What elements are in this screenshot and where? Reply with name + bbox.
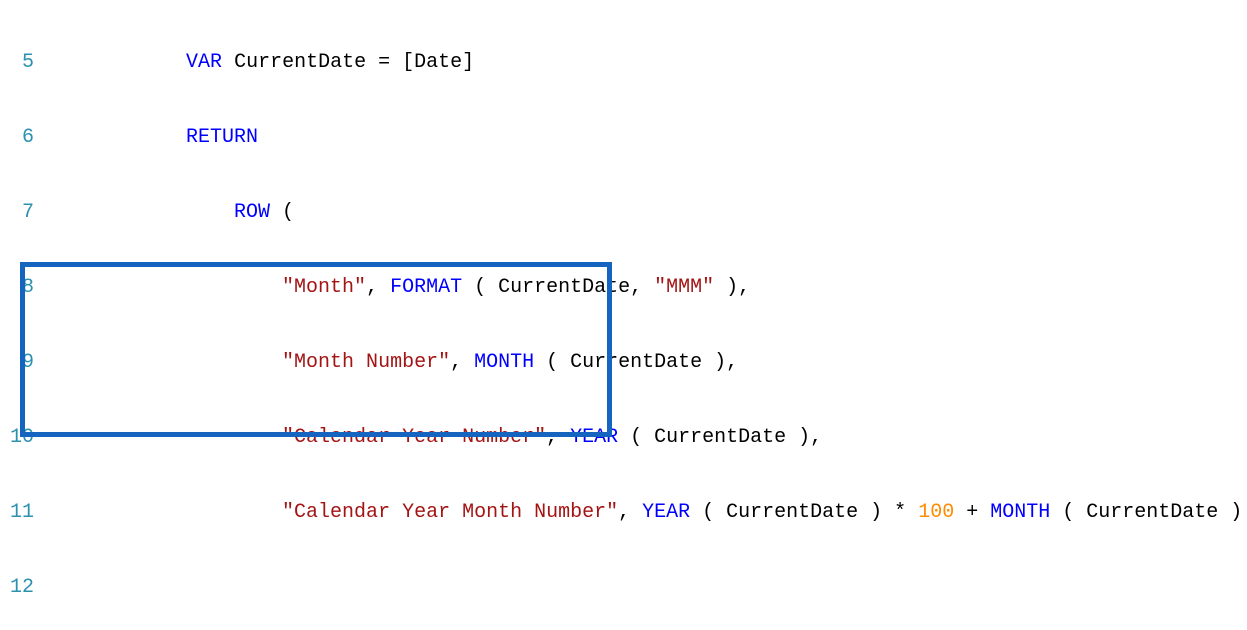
line-number: 9 [0, 350, 42, 375]
code-function: ROW [234, 201, 270, 224]
code-function: MONTH [474, 351, 534, 374]
code-string: "Calendar Year Number" [282, 426, 546, 449]
code-text: CurrentDate = [Date] [234, 51, 474, 74]
code-function: YEAR [642, 501, 690, 524]
code-string: "Month" [282, 276, 366, 299]
code-string: "Month Number" [282, 351, 450, 374]
line-number: 11 [0, 500, 42, 525]
line-number: 8 [0, 275, 42, 300]
code-editor[interactable]: 5 VAR CurrentDate = [Date] 6 RETURN 7 RO… [0, 0, 1247, 630]
code-string: "Calendar Year Month Number" [282, 501, 618, 524]
code-number: 100 [918, 501, 954, 524]
code-function: FORMAT [390, 276, 462, 299]
code-keyword: VAR [186, 51, 222, 74]
code-string: "MMM" [654, 276, 714, 299]
line-number: 6 [0, 125, 42, 150]
code-text [42, 51, 186, 74]
line-number: 12 [0, 575, 42, 600]
line-number: 10 [0, 425, 42, 450]
code-keyword: RETURN [186, 126, 258, 149]
line-number: 5 [0, 50, 42, 75]
code-function: YEAR [570, 426, 618, 449]
line-number: 7 [0, 200, 42, 225]
code-function: MONTH [990, 501, 1050, 524]
